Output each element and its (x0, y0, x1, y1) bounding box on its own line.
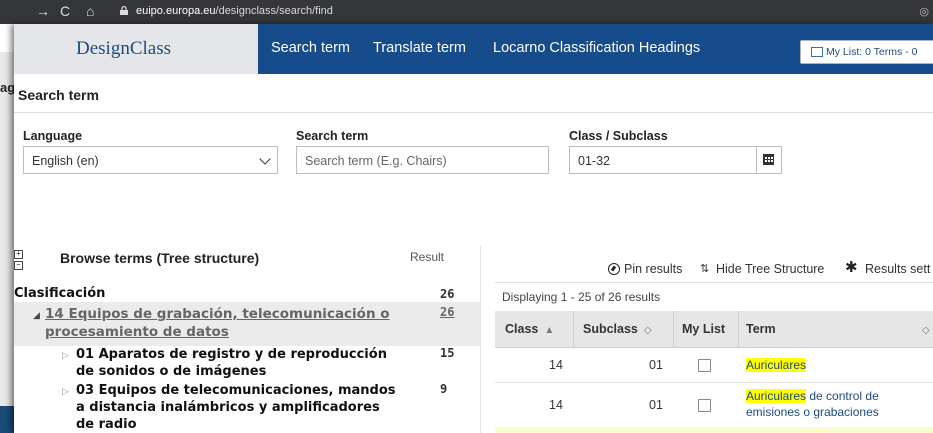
my-list-button[interactable]: My List: 0 Terms - 0 (800, 40, 933, 64)
term-highlight: Auriculares (746, 389, 807, 403)
pin-icon[interactable] (608, 263, 620, 275)
tree-item-label[interactable]: 14 Equipos de grabación, telecomunicació… (45, 305, 405, 341)
tree-result-label: Result (410, 250, 445, 264)
sort-asc-icon: ▲ (544, 325, 555, 336)
designclass-window: DesignClass Search term Translate term L… (14, 24, 933, 433)
language-value: English (en) (32, 154, 99, 168)
forward-icon[interactable]: → (36, 3, 50, 19)
column-header-class[interactable]: Class ▲ (505, 322, 554, 336)
class-label: Class / Subclass (569, 129, 668, 143)
home-icon[interactable]: ⌂ (86, 3, 94, 19)
row-class: 14 (549, 398, 563, 412)
table-row[interactable]: 14 01 Auriculares de control de emisione… (495, 383, 933, 428)
url-domain: euipo.europa.eu (136, 5, 216, 17)
collapsed-triangle-icon: ▷ (62, 386, 69, 396)
nav-translate-term[interactable]: Translate term (373, 40, 466, 56)
class-value: 01-32 (578, 154, 610, 168)
column-header-subclass[interactable]: Subclass ◇ (583, 322, 652, 336)
search-placeholder: Search term (E.g. Chairs) (305, 154, 447, 168)
expand-all-icon[interactable]: + (14, 250, 23, 259)
collapsed-triangle-icon: ▷ (62, 350, 69, 360)
collapse-all-icon[interactable]: − (14, 261, 23, 270)
site-header: DesignClass Search term Translate term L… (14, 24, 933, 74)
row-subclass: 01 (649, 398, 663, 412)
brand-logo[interactable]: DesignClass (76, 38, 171, 60)
row-class: 14 (549, 358, 563, 372)
row-term[interactable]: Auriculares (746, 357, 926, 373)
results-count: Displaying 1 - 25 of 26 results (502, 290, 661, 304)
browser-menu-icon[interactable]: ◎ (919, 5, 929, 18)
row-term[interactable]: Auriculares de control de emisiones o gr… (746, 388, 926, 420)
brand-area: DesignClass (14, 24, 258, 74)
tree-root-count: 26 (440, 287, 455, 301)
tree-title: Browse terms (Tree structure) (60, 250, 260, 266)
table-row[interactable]: 14 01 Auriculares (495, 348, 933, 383)
class-input[interactable]: 01-32 (569, 146, 757, 174)
table-row-partial (495, 427, 933, 433)
sort-icon[interactable]: ◇ (922, 325, 930, 336)
tree-item-class-14[interactable]: ◢ 14 Equipos de grabación, telecomunicac… (14, 302, 480, 346)
mylist-checkbox[interactable] (698, 399, 711, 412)
grid-icon (763, 154, 774, 165)
sort-icon: ◇ (643, 325, 652, 336)
expanded-triangle-icon: ◢ (33, 310, 40, 320)
reload-icon[interactable]: C (60, 3, 70, 19)
tree-item-label[interactable]: 01 Aparatos de registro y de reproducció… (76, 346, 396, 380)
term-highlight: Auriculares (746, 358, 807, 372)
language-select[interactable]: English (en) (23, 146, 278, 174)
tree-expand-collapse[interactable]: + − (14, 250, 28, 274)
mylist-checkbox[interactable] (698, 359, 711, 372)
background-panel (0, 24, 14, 52)
tree-root-label[interactable]: Clasificación (14, 286, 105, 301)
tree-item-label[interactable]: 03 Equipos de telecomunicaciones, mandos… (76, 382, 396, 433)
panel-divider (480, 246, 481, 433)
tree-structure-icon[interactable]: ⇅ (700, 262, 709, 275)
tree-item-count: 9 (440, 382, 448, 396)
results-table-header: Class ▲ Subclass ◇ My List Term ◇ (495, 311, 933, 348)
nav-search-term[interactable]: Search term (271, 40, 350, 56)
results-settings-button[interactable]: Results sett (865, 262, 930, 276)
tree-item-count: 26 (440, 305, 455, 319)
address-bar[interactable]: euipo.europa.eu/designclass/search/find (136, 5, 333, 17)
background-page-edge (0, 0, 14, 433)
search-term-label: Search term (296, 129, 369, 143)
tree-item-count: 15 (440, 346, 455, 360)
column-header-term[interactable]: Term (746, 322, 776, 336)
language-label: Language (23, 129, 83, 143)
column-header-mylist: My List (682, 322, 726, 336)
hide-tree-button[interactable]: Hide Tree Structure (716, 262, 824, 276)
class-picker-button[interactable] (756, 146, 782, 174)
url-path: /designclass/search/find (215, 5, 333, 17)
background-label-fragment: ag (0, 80, 16, 95)
background-footer (0, 406, 14, 433)
results-count-bar: Displaying 1 - 25 of 26 results (495, 282, 933, 312)
pin-results-button[interactable]: Pin results (624, 262, 682, 276)
browser-toolbar: → C ⌂ euipo.europa.eu/designclass/search… (0, 0, 933, 24)
section-title: Search term (18, 87, 99, 103)
lock-icon (120, 6, 128, 15)
row-subclass: 01 (649, 358, 663, 372)
nav-locarno-headings[interactable]: Locarno Classification Headings (493, 40, 700, 56)
my-list-label: My List: 0 Terms - 0 (826, 46, 918, 58)
search-input[interactable]: Search term (E.g. Chairs) (296, 146, 549, 174)
chevron-down-icon (259, 153, 271, 165)
gear-icon[interactable]: ✱ (845, 258, 858, 276)
section-header: Search term (14, 80, 933, 113)
copy-icon (811, 47, 823, 57)
